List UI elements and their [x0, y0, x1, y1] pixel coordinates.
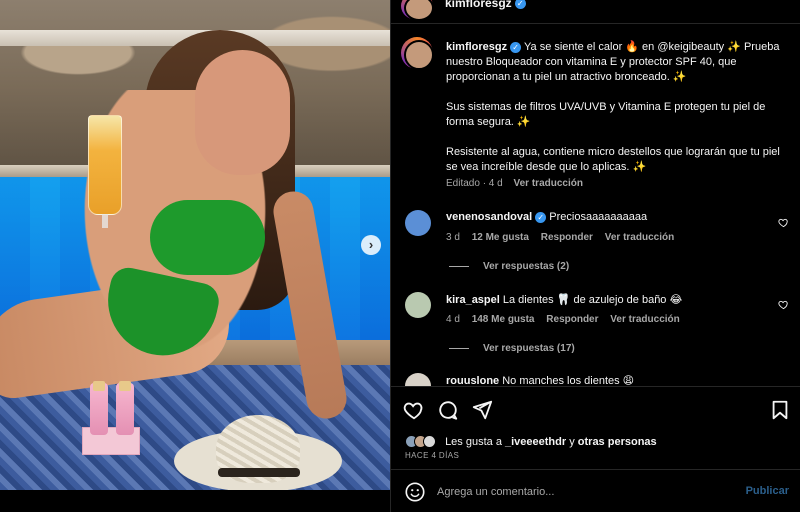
post-image[interactable]: › [0, 0, 390, 490]
comment-translate-link[interactable]: Ver traducción [605, 232, 674, 243]
commenter-username[interactable]: venenosandoval [446, 211, 532, 223]
image-bottom-bar [0, 490, 390, 512]
like-heart-icon[interactable] [403, 399, 425, 421]
comment-likes[interactable]: 148 Me gusta [472, 314, 535, 325]
commenter-avatar[interactable] [405, 210, 431, 236]
share-paper-plane-icon[interactable] [471, 399, 493, 421]
publish-button[interactable]: Publicar [746, 485, 789, 497]
save-bookmark-icon[interactable] [769, 399, 791, 421]
green-bikini-top [150, 200, 265, 275]
bottle-cap [119, 381, 131, 391]
edited-time: Editado · 4 d [446, 178, 503, 189]
caption-meta: Editado · 4 d Ver traducción [446, 178, 591, 189]
author-avatar[interactable] [401, 0, 434, 21]
author-username[interactable]: kimfloresgz ✓ [445, 0, 526, 10]
caption-avatar[interactable] [401, 37, 434, 70]
view-replies-label[interactable]: Ver respuestas (17) [483, 343, 575, 354]
comment-input[interactable] [437, 484, 727, 500]
username-text[interactable]: kimfloresgz [445, 0, 512, 10]
caption-line-2: Sus sistemas de filtros UVA/UVB y Vitami… [446, 101, 766, 128]
commenter-avatar[interactable] [405, 292, 431, 318]
model-face [195, 50, 290, 175]
view-replies-button[interactable]: Ver respuestas (2) [449, 261, 569, 272]
comment-text: La dientes 🦷 de azulejo de baño 😂 [502, 294, 683, 306]
liker-avatar [423, 435, 436, 448]
verified-badge-icon: ✓ [535, 211, 547, 223]
post-header: kimfloresgz✓ ··· [391, 0, 800, 24]
comment-meta: 4 d 148 Me gusta Responder Ver traducció… [446, 314, 689, 325]
view-replies-label[interactable]: Ver respuestas (2) [483, 261, 569, 272]
more-options-icon[interactable]: ··· [768, 0, 787, 8]
other-likers-link[interactable]: otras personas [578, 436, 657, 448]
replies-dash [449, 347, 469, 349]
instagram-post-modal: › kimfloresgz✓ ··· kimfloresgz✓ Ya se si… [0, 0, 800, 512]
glass-stem [102, 214, 108, 228]
likes-summary[interactable]: Les gusta a _iveeeethdr y otras personas [405, 435, 657, 448]
comment-text: Preciosaaaaaaaaaa [549, 211, 648, 223]
commenter-username[interactable]: kira_aspel [446, 294, 500, 306]
comment-meta: 3 d 12 Me gusta Responder Ver traducción [446, 232, 683, 243]
view-replies-button[interactable]: Ver respuestas (17) [449, 343, 575, 354]
likes-text: Les gusta a _iveeeethdr y otras personas [445, 436, 657, 448]
reply-button[interactable]: Responder [546, 314, 598, 325]
next-image-button[interactable]: › [361, 235, 381, 255]
comment-body: venenosandoval ✓ Preciosaaaaaaaaaa [446, 211, 647, 223]
comment-bubble-icon[interactable] [437, 399, 459, 421]
caption-line-3: Resistente al agua, contiene micro deste… [446, 146, 780, 173]
likes-joiner: y [569, 435, 575, 448]
bottle-cap [93, 381, 105, 391]
hat-band [218, 468, 300, 477]
post-side-panel: kimfloresgz✓ ··· kimfloresgz✓ Ya se sien… [390, 0, 800, 512]
comment-body: kira_aspel La dientes 🦷 de azulejo de ba… [446, 293, 682, 306]
emoji-icon[interactable] [404, 481, 426, 503]
caption-username[interactable]: kimfloresgz [446, 41, 507, 53]
verified-badge-icon: ✓ [510, 41, 522, 53]
caption-translate-link[interactable]: Ver traducción [514, 178, 583, 189]
verified-badge-icon: ✓ [514, 0, 526, 10]
comment-like-heart-icon[interactable] [778, 299, 789, 310]
reply-button[interactable]: Responder [541, 232, 593, 243]
comment-time: 3 d [446, 232, 460, 243]
drink-glass [88, 115, 122, 215]
comment-translate-link[interactable]: Ver traducción [610, 314, 679, 325]
comment-like-heart-icon[interactable] [778, 217, 789, 228]
comment-composer: Publicar [391, 469, 800, 512]
post-time-ago: HACE 4 DÍAS [405, 451, 460, 460]
likes-prefix: Les gusta a [445, 435, 502, 448]
comment-likes[interactable]: 12 Me gusta [472, 232, 529, 243]
liker-username[interactable]: _iveeeethdr [505, 436, 566, 448]
replies-dash [449, 265, 469, 267]
comment-time: 4 d [446, 314, 460, 325]
caption-text: kimfloresgz ✓ Ya se siente el calor 🔥 en … [446, 40, 786, 190]
post-actions: Les gusta a _iveeeethdr y otras personas… [391, 386, 800, 512]
